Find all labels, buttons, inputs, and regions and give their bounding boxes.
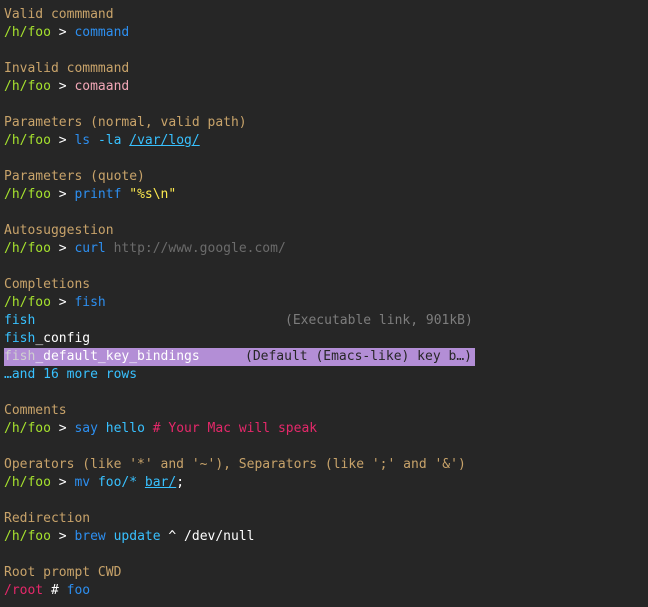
command-text: mv xyxy=(74,475,91,490)
prompt-char: > xyxy=(58,187,67,202)
section-heading-invalid: Invalid commmand xyxy=(4,61,130,76)
invalid-command-text: comaand xyxy=(74,79,130,94)
prompt-char: > xyxy=(58,421,67,436)
prompt-char: # xyxy=(50,583,59,598)
section-heading-params-path: Parameters (normal, valid path) xyxy=(4,115,247,130)
prompt-line-operators[interactable]: /h/foo > mv foo/* bar/; xyxy=(4,474,184,492)
prompt-cwd: /h/foo xyxy=(4,79,51,94)
path-text: /var/log/ xyxy=(129,133,200,148)
section-heading-comments: Comments xyxy=(4,403,67,418)
terminal-window: Valid commmand /h/foo > command Invalid … xyxy=(0,0,648,607)
completion-rest: _default_key_bindings xyxy=(35,349,200,364)
completion-item[interactable]: fish xyxy=(4,312,35,330)
command-text: say xyxy=(74,421,98,436)
prompt-cwd: /h/foo xyxy=(4,529,51,544)
autosuggestion-text: http://www.google.com/ xyxy=(113,241,286,256)
separator-text: ; xyxy=(176,475,185,490)
prompt-cwd: /h/foo xyxy=(4,475,51,490)
prompt-cwd: /h/foo xyxy=(4,295,51,310)
redirect-text: ^ /dev/null xyxy=(168,529,255,544)
prompt-cwd: /h/foo xyxy=(4,25,51,40)
prompt-cwd: /root xyxy=(4,583,44,598)
param-text: foo/* xyxy=(97,475,138,490)
prompt-char: > xyxy=(58,133,67,148)
param-text: update xyxy=(113,529,161,544)
section-heading-autosuggest: Autosuggestion xyxy=(4,223,114,238)
prompt-cwd: /h/foo xyxy=(4,421,51,436)
section-heading-params-quote: Parameters (quote) xyxy=(4,169,145,184)
completion-item-selected-label: fish_default_key_bindings xyxy=(4,348,200,366)
command-text: command xyxy=(74,25,130,40)
command-text: ls xyxy=(74,133,91,148)
prompt-char: > xyxy=(58,529,67,544)
prompt-line-autosuggest[interactable]: /h/foo > curl http://www.google.com/ xyxy=(4,240,286,258)
command-text: foo xyxy=(66,583,91,598)
section-heading-completions: Completions xyxy=(4,277,91,292)
prompt-line-root[interactable]: /root # foo xyxy=(4,582,90,600)
completion-item[interactable]: fish_config xyxy=(4,330,90,348)
prompt-line-completions[interactable]: /h/foo > fish xyxy=(4,294,106,312)
prompt-line-redirection[interactable]: /h/foo > brew update ^ /dev/null xyxy=(4,528,254,546)
prompt-char: > xyxy=(58,475,67,490)
command-text: brew xyxy=(74,529,106,544)
prompt-line-valid[interactable]: /h/foo > command xyxy=(4,24,129,42)
command-text: printf xyxy=(74,187,122,202)
section-heading-redirection: Redirection xyxy=(4,511,91,526)
prompt-line-comments[interactable]: /h/foo > say hello # Your Mac will speak xyxy=(4,420,317,438)
section-heading-operators: Operators (like '*' and '~'), Separators… xyxy=(4,457,466,472)
command-text: curl xyxy=(74,241,106,256)
prompt-line-params-path[interactable]: /h/foo > ls -la /var/log/ xyxy=(4,132,200,150)
prompt-char: > xyxy=(58,79,67,94)
completion-prefix: fish xyxy=(4,331,36,346)
prompt-cwd: /h/foo xyxy=(4,133,51,148)
prompt-line-params-quote[interactable]: /h/foo > printf "%s\n" xyxy=(4,186,176,204)
prompt-char: > xyxy=(58,241,67,256)
prompt-cwd: /h/foo xyxy=(4,241,51,256)
completion-more-rows[interactable]: …and 16 more rows xyxy=(4,366,137,384)
completion-description: (Executable link, 901kB) xyxy=(285,313,473,328)
section-heading-valid: Valid commmand xyxy=(4,7,114,22)
completion-rest: _config xyxy=(35,331,91,346)
path-text: bar/ xyxy=(144,475,177,490)
param-text: -la xyxy=(97,133,122,148)
completion-description: (Default (Emacs-like) key b…) xyxy=(245,349,472,364)
command-text: fish xyxy=(74,295,106,310)
section-heading-root: Root prompt CWD xyxy=(4,565,122,580)
param-text: hello xyxy=(105,421,145,436)
prompt-char: > xyxy=(58,25,67,40)
prompt-cwd: /h/foo xyxy=(4,187,51,202)
completion-prefix: fish xyxy=(4,313,36,328)
completion-prefix: fish xyxy=(4,349,36,364)
prompt-line-invalid[interactable]: /h/foo > comaand xyxy=(4,78,129,96)
comment-text: # Your Mac will speak xyxy=(152,421,318,436)
prompt-char: > xyxy=(58,295,67,310)
quote-text: "%s\n" xyxy=(129,187,177,202)
